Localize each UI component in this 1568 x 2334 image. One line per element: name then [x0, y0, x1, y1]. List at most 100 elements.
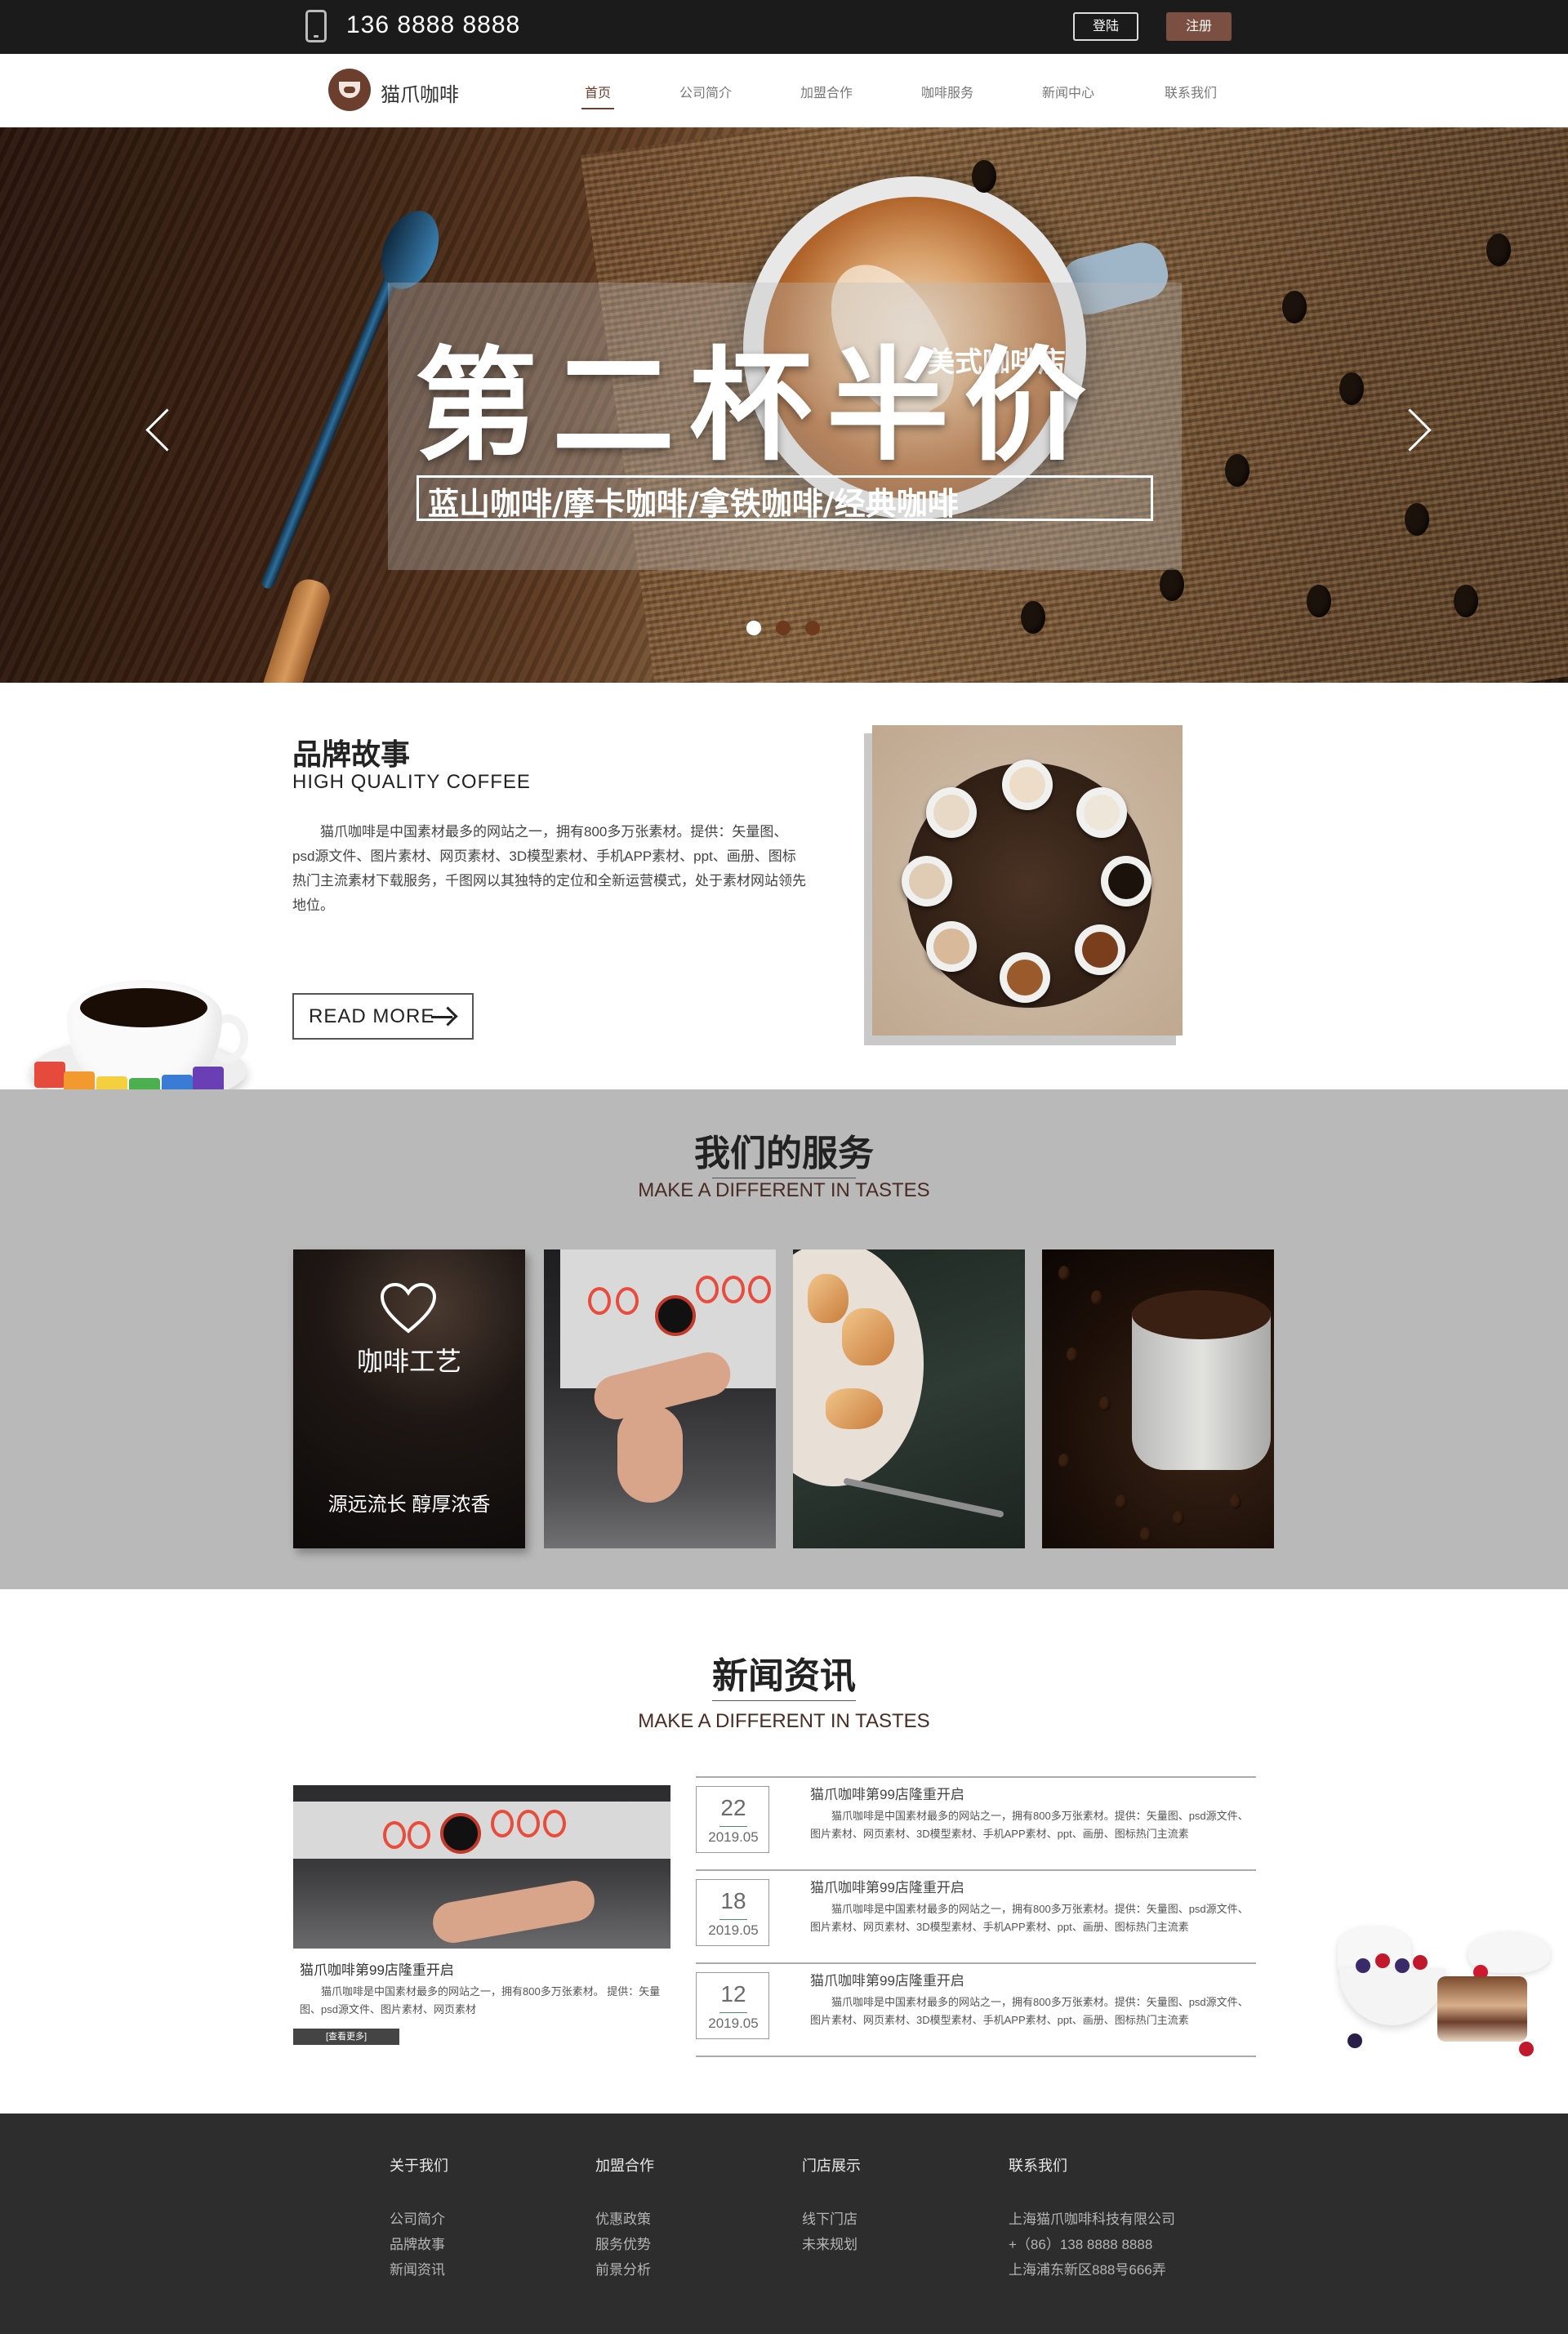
date-month: 2019.05 — [708, 1922, 759, 1938]
carousel-dot[interactable] — [805, 621, 820, 635]
sugar-cube — [34, 1062, 65, 1088]
news-title: 新闻资讯 — [712, 1656, 856, 1696]
promo-subline: 蓝山咖啡/摩卡咖啡/拿铁咖啡/经典咖啡 — [428, 486, 959, 522]
news-feature-desc: 猫爪咖啡是中国素材最多的网站之一，拥有800多万张素材。 提供：矢量图、psd源… — [300, 1985, 661, 2016]
footer-link[interactable]: 公司简介 — [390, 2207, 448, 2232]
service-card-pastry[interactable] — [793, 1249, 1025, 1548]
coffee-cup — [1075, 924, 1125, 975]
fork-icon — [843, 1477, 1004, 1518]
footer-col-about: 关于我们 公司简介 品牌故事 新闻资讯 — [390, 2154, 448, 2283]
coffee-cup — [902, 856, 952, 906]
date-box: 22 2019.05 — [696, 1786, 769, 1853]
footer-heading: 门店展示 — [802, 2158, 861, 2174]
coffee-bean — [972, 160, 996, 193]
coffee-cup — [926, 787, 977, 838]
coffee-cup — [926, 921, 977, 972]
date-day: 12 — [720, 1981, 746, 2007]
view-more-button[interactable]: [查看更多] — [293, 2029, 399, 2045]
footer-heading: 加盟合作 — [595, 2158, 654, 2174]
coffee-bean — [1225, 454, 1250, 487]
carousel-dot[interactable] — [776, 621, 791, 635]
news-feature-photo[interactable] — [293, 1785, 670, 1949]
nav-item-contact[interactable]: 联系我们 — [1165, 82, 1217, 101]
footer-link[interactable]: 新闻资讯 — [390, 2257, 448, 2283]
date-month: 2019.05 — [708, 1829, 759, 1845]
heart-icon — [380, 1282, 437, 1334]
bean-cup — [1132, 1290, 1271, 1470]
footer-link[interactable]: 优惠政策 — [595, 2207, 654, 2232]
footer-link[interactable]: 品牌故事 — [390, 2232, 448, 2257]
story-text: 猫爪咖啡是中国素材最多的网站之一，拥有800多万张素材。提供：矢量图、psd源文… — [292, 824, 806, 913]
news-item-desc: 猫爪咖啡是中国素材最多的网站之一，拥有800多万张素材。提供：矢量图、psd源文… — [810, 1810, 1249, 1840]
coffee-bean — [1405, 503, 1429, 536]
news-item-title[interactable]: 猫爪咖啡第99店隆重开启 — [810, 1783, 964, 1803]
site-footer: 关于我们 公司简介 品牌故事 新闻资讯 加盟合作 优惠政策 服务优势 前景分析 … — [0, 2114, 1568, 2334]
hero-carousel[interactable]: 美式咖啡店 第二杯半价 蓝山咖啡/摩卡咖啡/拿铁咖啡/经典咖啡 — [0, 127, 1568, 683]
news-item-desc: 猫爪咖啡是中国素材最多的网站之一，拥有800多万张素材。提供：矢量图、psd源文… — [810, 1996, 1249, 2026]
promo-headline: 第二杯半价 — [415, 336, 1102, 478]
coffee-cup — [1076, 787, 1127, 838]
date-day: 18 — [720, 1888, 746, 1913]
coffee-cups-photo — [872, 725, 1183, 1036]
nav-item-franchise[interactable]: 加盟合作 — [800, 82, 853, 101]
carousel-dot[interactable] — [746, 621, 761, 635]
coffee-bean — [1486, 234, 1511, 266]
footer-contact-company: 上海猫爪咖啡科技有限公司 — [1009, 2212, 1175, 2227]
footer-heading: 关于我们 — [390, 2158, 448, 2174]
phone-number: 136 8888 8888 — [346, 11, 521, 38]
footer-col-stores: 门店展示 线下门店 未来规划 — [802, 2154, 861, 2257]
read-more-button[interactable]: READ MORE — [292, 993, 474, 1040]
chevron-left-icon[interactable] — [140, 405, 176, 454]
footer-col-contact: 联系我们 上海猫爪咖啡科技有限公司 +（86）138 8888 8888 上海浦… — [1009, 2154, 1175, 2283]
footer-link[interactable]: 前景分析 — [595, 2257, 654, 2283]
services-title: 我们的服务 — [694, 1134, 874, 1174]
footer-heading: 联系我们 — [1009, 2158, 1067, 2174]
service-card-title: 咖啡工艺 — [356, 1347, 461, 1376]
coffee-cup — [1002, 759, 1053, 810]
phone-icon — [305, 10, 327, 42]
news-feature-caption[interactable]: 猫爪咖啡第99店隆重开启 — [300, 1958, 454, 1979]
nav-item-home[interactable]: 首页 — [581, 82, 615, 109]
brand-logo[interactable] — [328, 69, 371, 111]
coffee-bean — [1282, 291, 1307, 323]
footer-link[interactable]: 未来规划 — [802, 2232, 861, 2257]
dessert-decoration — [1331, 1911, 1568, 2058]
coffee-cup — [1000, 952, 1050, 1003]
service-card-tagline: 源远流长 醇厚浓香 — [327, 1494, 491, 1516]
news-item-title[interactable]: 猫爪咖啡第99店隆重开启 — [810, 1876, 964, 1896]
service-card-espresso[interactable] — [544, 1249, 776, 1548]
list-item[interactable]: 18 2019.05 猫爪咖啡第99店隆重开启 猫爪咖啡是中国素材最多的网站之一… — [696, 1871, 1256, 1964]
nav-item-news[interactable]: 新闻中心 — [1042, 82, 1094, 101]
list-item[interactable]: 22 2019.05 猫爪咖啡第99店隆重开启 猫爪咖啡是中国素材最多的网站之一… — [696, 1778, 1256, 1871]
date-box: 18 2019.05 — [696, 1879, 769, 1946]
footer-link[interactable]: 线下门店 — [802, 2207, 861, 2232]
coffee-bean — [1160, 568, 1184, 601]
coffee-bean — [1339, 372, 1364, 405]
news-subtitle: MAKE A DIFFERENT IN TASTES — [638, 1710, 930, 1732]
date-month: 2019.05 — [708, 2016, 759, 2031]
services-subtitle: MAKE A DIFFERENT IN TASTES — [638, 1179, 930, 1201]
story-subtitle: HIGH QUALITY COFFEE — [292, 771, 531, 793]
nav-item-company[interactable]: 公司简介 — [679, 82, 732, 101]
coffee-bean — [1307, 585, 1331, 617]
top-bar: 136 8888 8888 登陆 注册 — [0, 0, 1568, 54]
coffee-cup — [1101, 856, 1152, 906]
list-item[interactable]: 12 2019.05 猫爪咖啡第99店隆重开启 猫爪咖啡是中国素材最多的网站之一… — [696, 1964, 1256, 2057]
coffee-bean — [1454, 585, 1478, 617]
nav-item-services[interactable]: 咖啡服务 — [921, 82, 973, 101]
footer-col-franchise: 加盟合作 优惠政策 服务优势 前景分析 — [595, 2154, 654, 2283]
site-header: 猫爪咖啡 首页 公司简介 加盟合作 咖啡服务 新闻中心 联系我们 — [0, 54, 1568, 127]
service-card-craft[interactable]: 咖啡工艺 源远流长 醇厚浓香 — [293, 1249, 525, 1548]
date-box: 12 2019.05 — [696, 1972, 769, 2039]
date-day: 22 — [720, 1795, 746, 1820]
footer-link[interactable]: 服务优势 — [595, 2232, 654, 2257]
brand-name[interactable]: 猫爪咖啡 — [381, 78, 459, 107]
divider — [712, 1700, 856, 1701]
gauge-icon — [655, 1295, 696, 1336]
news-item-title[interactable]: 猫爪咖啡第99店隆重开启 — [810, 1969, 964, 1989]
story-title: 品牌故事 — [292, 737, 411, 771]
chevron-right-icon[interactable] — [1398, 405, 1434, 454]
service-card-beans[interactable] — [1042, 1249, 1274, 1548]
register-button[interactable]: 注册 — [1166, 12, 1232, 41]
login-button[interactable]: 登陆 — [1073, 12, 1138, 41]
